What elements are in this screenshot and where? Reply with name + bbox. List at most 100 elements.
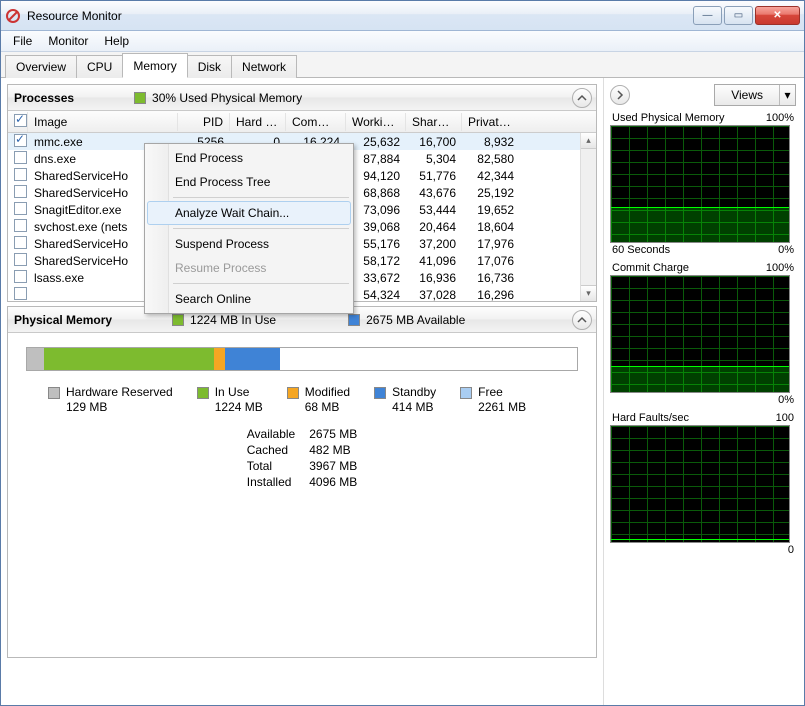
- legend-hardware-value: 129 MB: [66, 400, 173, 415]
- processes-scrollbar[interactable]: ▴ ▾: [580, 133, 596, 301]
- cell-working: 68,868: [346, 184, 406, 202]
- processes-columns: Image PID Hard Fa... Commi... Workin... …: [8, 111, 596, 133]
- cell-shareable: 16,936: [406, 269, 462, 287]
- legend-hardware-swatch: [48, 387, 60, 399]
- tab-network[interactable]: Network: [231, 55, 297, 78]
- row-checkbox[interactable]: [14, 168, 27, 181]
- tab-overview[interactable]: Overview: [5, 55, 77, 78]
- processes-section: Processes 30% Used Physical Memory Image…: [7, 84, 597, 302]
- column-checkbox[interactable]: [8, 112, 28, 132]
- charts-pane: Views ▾ Used Physical Memory 100% 60 Secon…: [604, 78, 804, 705]
- column-private[interactable]: Private ...: [462, 113, 520, 131]
- row-checkbox[interactable]: [14, 151, 27, 164]
- tab-memory[interactable]: Memory: [122, 53, 187, 78]
- ctx-analyze-wait-chain[interactable]: Analyze Wait Chain...: [147, 201, 351, 225]
- cell-shareable: 37,200: [406, 235, 462, 253]
- chevron-up-icon: [577, 315, 587, 325]
- column-hard-faults[interactable]: Hard Fa...: [230, 113, 286, 131]
- row-checkbox[interactable]: [14, 270, 27, 283]
- cell-working: 73,096: [346, 201, 406, 219]
- cell-private: 82,580: [462, 150, 520, 168]
- ctx-suspend-process[interactable]: Suspend Process: [147, 232, 351, 256]
- stat-total-label: Total: [247, 459, 295, 473]
- legend-modified-value: 68 MB: [305, 400, 350, 415]
- chart-canvas: [610, 275, 790, 393]
- physical-memory-collapse-button[interactable]: [572, 310, 592, 330]
- legend-free-label: Free: [478, 385, 526, 400]
- close-button[interactable]: ✕: [755, 6, 800, 25]
- chart-title: Used Physical Memory: [612, 112, 724, 124]
- column-commit[interactable]: Commi...: [286, 113, 346, 131]
- processes-header[interactable]: Processes 30% Used Physical Memory: [8, 85, 596, 111]
- row-checkbox[interactable]: [14, 202, 27, 215]
- cell-private: 17,976: [462, 235, 520, 253]
- tab-bar: Overview CPU Memory Disk Network: [1, 52, 804, 78]
- processes-collapse-button[interactable]: [572, 88, 592, 108]
- row-checkbox[interactable]: [14, 253, 27, 266]
- cell-private: 8,932: [462, 133, 520, 151]
- cell-working: 87,884: [346, 150, 406, 168]
- cell-working: 94,120: [346, 167, 406, 185]
- physical-memory-title: Physical Memory: [14, 313, 112, 327]
- processes-title: Processes: [14, 91, 74, 105]
- ctx-separator: [173, 283, 349, 284]
- cell-working: 55,176: [346, 235, 406, 253]
- cell-shareable: 41,096: [406, 252, 462, 270]
- cell-private: 19,652: [462, 201, 520, 219]
- chart-canvas: [610, 125, 790, 243]
- row-checkbox[interactable]: [14, 287, 27, 300]
- cell-shareable: 53,444: [406, 201, 462, 219]
- cell-working: 58,172: [346, 252, 406, 270]
- cell-working: 39,068: [346, 218, 406, 236]
- stat-total-value: 3967 MB: [309, 459, 357, 473]
- row-checkbox[interactable]: [14, 236, 27, 249]
- legend-modified-label: Modified: [305, 385, 350, 400]
- chart-title: Commit Charge: [612, 262, 689, 274]
- ctx-search-online[interactable]: Search Online: [147, 287, 351, 311]
- cell-shareable: 51,776: [406, 167, 462, 185]
- stat-available-label: Available: [247, 427, 295, 441]
- legend-standby-swatch: [374, 387, 386, 399]
- column-shareable[interactable]: Sharea...: [406, 113, 462, 131]
- column-image[interactable]: Image: [28, 113, 178, 131]
- views-label: Views: [715, 88, 779, 102]
- cell-private: 16,296: [462, 286, 520, 304]
- processes-subtitle: 30% Used Physical Memory: [152, 91, 302, 105]
- memory-bar-hardware: [27, 348, 44, 370]
- chevron-down-icon: ▾: [779, 85, 795, 105]
- chart-bottom-left: 60 Seconds: [612, 244, 670, 256]
- cell-working: 25,632: [346, 133, 406, 151]
- row-checkbox[interactable]: [14, 185, 27, 198]
- ctx-end-process[interactable]: End Process: [147, 146, 351, 170]
- cell-working: 33,672: [346, 269, 406, 287]
- chart-bottom-right: 0: [788, 544, 794, 556]
- legend-modified-swatch: [287, 387, 299, 399]
- ctx-end-process-tree[interactable]: End Process Tree: [147, 170, 351, 194]
- column-working[interactable]: Workin...: [346, 113, 406, 131]
- views-dropdown[interactable]: Views ▾: [714, 84, 796, 106]
- scroll-up-icon[interactable]: ▴: [581, 133, 596, 149]
- maximize-button[interactable]: ▭: [724, 6, 753, 25]
- menu-bar: File Monitor Help: [1, 31, 804, 52]
- chart-bottom-right: 0%: [778, 394, 794, 406]
- memory-usage-chip-icon: [134, 92, 146, 104]
- menu-help[interactable]: Help: [96, 32, 137, 50]
- physical-memory-section: Physical Memory 1224 MB In Use 2675 MB A…: [7, 306, 597, 658]
- column-pid[interactable]: PID: [178, 113, 230, 131]
- row-checkbox[interactable]: [14, 219, 27, 232]
- tab-cpu[interactable]: CPU: [76, 55, 123, 78]
- menu-file[interactable]: File: [5, 32, 40, 50]
- chart-max: 100%: [766, 112, 794, 124]
- cell-shareable: 5,304: [406, 150, 462, 168]
- header-checkbox[interactable]: [14, 114, 27, 127]
- chart-max: 100%: [766, 262, 794, 274]
- chart-block: Commit Charge 100% 0%: [610, 262, 796, 406]
- charts-collapse-button[interactable]: [610, 85, 630, 105]
- tab-disk[interactable]: Disk: [187, 55, 232, 78]
- minimize-button[interactable]: —: [693, 6, 722, 25]
- row-checkbox[interactable]: [14, 134, 27, 147]
- chevron-up-icon: [577, 93, 587, 103]
- memory-stats: Available2675 MB Cached482 MB Total3967 …: [247, 427, 358, 489]
- menu-monitor[interactable]: Monitor: [40, 32, 96, 50]
- scroll-down-icon[interactable]: ▾: [581, 285, 596, 301]
